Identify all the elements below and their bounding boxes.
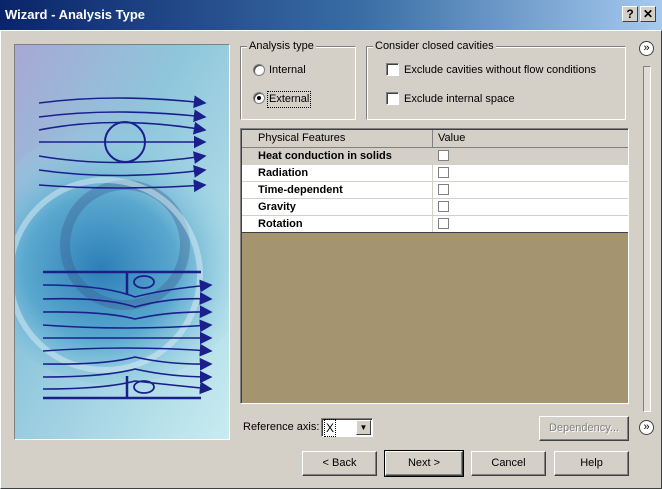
exclude-internal-space-checkbox[interactable]: [386, 92, 399, 105]
internal-radio-label[interactable]: Internal: [269, 64, 306, 77]
internal-radio[interactable]: [253, 64, 265, 76]
table-header: Physical Features Value: [242, 130, 628, 148]
chevron-down-icon[interactable]: ▼: [356, 420, 371, 435]
external-radio-label[interactable]: External: [266, 91, 312, 108]
feature-value-checkbox[interactable]: [438, 150, 449, 161]
close-button[interactable]: ✕: [640, 6, 656, 22]
feature-name: Time-dependent: [242, 182, 433, 198]
analysis-type-group: Analysis type: [240, 40, 356, 120]
closed-cavities-group: Consider closed cavities: [366, 40, 626, 120]
feature-value-checkbox[interactable]: [438, 218, 449, 229]
reference-axis-label: Reference axis:: [243, 421, 320, 433]
table-row[interactable]: Radiation: [242, 165, 628, 182]
next-button[interactable]: Next >: [384, 450, 464, 477]
reference-axis-select[interactable]: X ▼: [321, 418, 373, 437]
table-row[interactable]: Gravity: [242, 199, 628, 216]
expand-bottom-icon[interactable]: »: [639, 420, 654, 435]
exclude-cavities-label[interactable]: Exclude cavities without flow conditions: [404, 64, 596, 77]
feature-name: Radiation: [242, 165, 433, 181]
external-radio[interactable]: [253, 92, 265, 104]
column-header-features[interactable]: Physical Features: [242, 130, 433, 147]
feature-name: Gravity: [242, 199, 433, 215]
back-button[interactable]: < Back: [302, 451, 377, 476]
feature-value-checkbox[interactable]: [438, 184, 449, 195]
expand-top-icon[interactable]: »: [639, 41, 654, 56]
flow-illustration: [14, 44, 230, 440]
title-bar: Wizard - Analysis Type ? ✕: [0, 0, 662, 30]
cancel-button[interactable]: Cancel: [471, 451, 546, 476]
table-row[interactable]: Time-dependent: [242, 182, 628, 199]
table-row[interactable]: Heat conduction in solids: [242, 148, 628, 165]
side-scrollbar[interactable]: [643, 66, 651, 412]
feature-value-checkbox[interactable]: [438, 201, 449, 212]
exclude-cavities-checkbox[interactable]: [386, 63, 399, 76]
physical-features-table: Physical Features Value Heat conduction …: [240, 128, 629, 404]
exclude-internal-space-label[interactable]: Exclude internal space: [404, 93, 515, 106]
table-row[interactable]: Rotation: [242, 216, 628, 233]
help-title-button[interactable]: ?: [622, 6, 638, 22]
column-header-value[interactable]: Value: [434, 130, 465, 147]
dependency-button[interactable]: Dependency...: [539, 416, 629, 441]
help-button[interactable]: Help: [554, 451, 629, 476]
feature-value-checkbox[interactable]: [438, 167, 449, 178]
feature-name: Rotation: [242, 216, 433, 232]
feature-name: Heat conduction in solids: [242, 148, 433, 164]
analysis-type-title: Analysis type: [247, 40, 316, 52]
closed-cavities-title: Consider closed cavities: [373, 40, 496, 52]
window-title: Wizard - Analysis Type: [5, 7, 146, 22]
reference-axis-value: X: [323, 419, 337, 437]
